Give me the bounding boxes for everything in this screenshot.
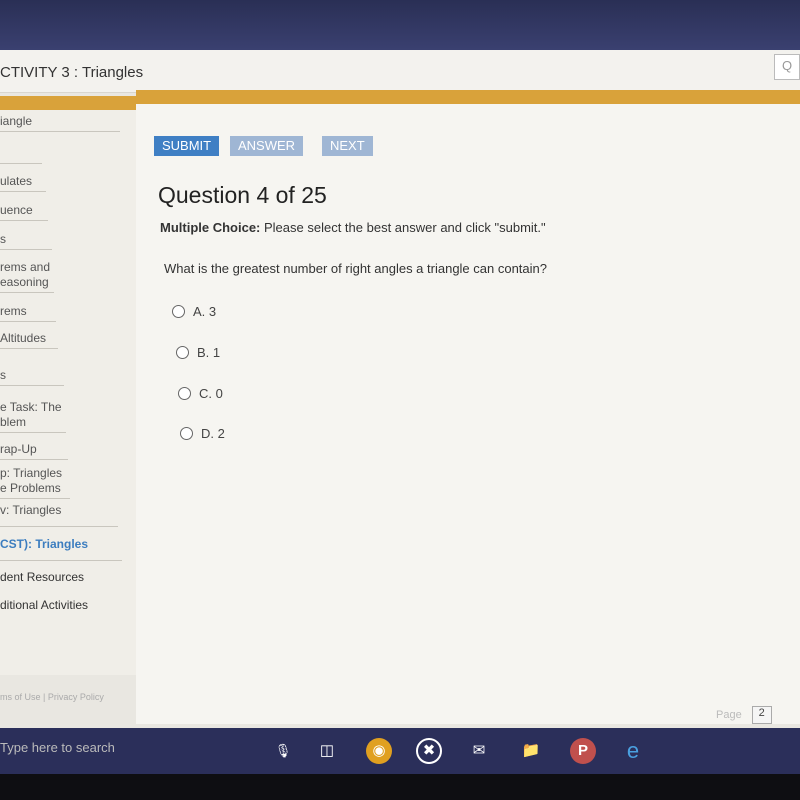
sidebar-item[interactable]: s [0, 232, 52, 250]
pager: Page 2 [716, 706, 772, 724]
page-input[interactable]: 2 [751, 706, 772, 724]
taskbar-search[interactable]: Type here to search [0, 740, 115, 755]
instruction-label: Multiple Choice: [160, 220, 261, 235]
taskbar: Type here to search 🎙 ◫ ◉ ✖ ✉ 📁 P e [0, 728, 800, 774]
sidebar-item[interactable]: v: Triangles [0, 503, 118, 527]
question-panel: SUBMIT ANSWER NEXT Question 4 of 25 Mult… [136, 90, 800, 724]
sidebar-item-active[interactable]: CST): Triangles [0, 537, 122, 561]
header: CTIVITY 3 : Triangles Q [0, 50, 800, 93]
radio-button[interactable] [178, 387, 191, 400]
sidebar-item[interactable]: Altitudes [0, 331, 58, 349]
submit-button[interactable]: SUBMIT [154, 136, 220, 156]
sidebar-item[interactable]: dent Resources [0, 570, 84, 587]
sidebar: iangle ulates uence s rems and easoning … [0, 96, 141, 675]
sidebar-item[interactable]: ditional Activities [0, 598, 88, 615]
microphone-icon[interactable]: 🎙 [270, 738, 296, 764]
sidebar-item[interactable]: rems [0, 304, 56, 322]
radio-button[interactable] [180, 427, 193, 440]
sidebar-item[interactable]: rems and easoning [0, 260, 54, 293]
question-text: What is the greatest number of right ang… [164, 261, 547, 276]
chrome-icon[interactable]: ◉ [366, 738, 392, 764]
sidebar-item[interactable]: uence [0, 203, 48, 221]
option-label: B. 1 [197, 345, 221, 360]
radio-button[interactable] [176, 346, 189, 359]
option-c[interactable]: C. 0 [178, 386, 223, 401]
monitor-bezel-bottom [0, 774, 800, 800]
sidebar-item[interactable] [0, 148, 42, 164]
task-view-icon[interactable]: ◫ [314, 738, 340, 764]
option-label: C. 0 [199, 386, 223, 401]
sidebar-item[interactable]: ulates [0, 174, 46, 192]
footer-links[interactable]: ms of Use | Privacy Policy [0, 692, 104, 702]
question-title: Question 4 of 25 [158, 182, 327, 208]
next-button[interactable]: NEXT [322, 136, 373, 156]
radio-button[interactable] [172, 305, 185, 318]
option-label: A. 3 [193, 304, 217, 319]
option-label: D. 2 [201, 426, 225, 441]
xbox-icon[interactable]: ✖ [416, 738, 442, 764]
sidebar-item[interactable]: s [0, 368, 64, 386]
answer-button[interactable]: ANSWER [230, 136, 304, 156]
mail-icon[interactable]: ✉ [466, 738, 492, 764]
app-p-icon[interactable]: P [570, 738, 596, 764]
page-title: CTIVITY 3 : Triangles [0, 64, 144, 81]
monitor-bezel [0, 0, 800, 50]
edge-icon[interactable]: e [620, 738, 646, 764]
sidebar-item[interactable]: rap-Up [0, 442, 68, 460]
page-label: Page [716, 709, 742, 721]
search-icon[interactable]: Q [774, 54, 800, 80]
instructions: Multiple Choice: Please select the best … [160, 220, 546, 235]
option-d[interactable]: D. 2 [180, 426, 225, 441]
screen: CTIVITY 3 : Triangles Q iangle ulates ue… [0, 50, 800, 728]
option-b[interactable]: B. 1 [176, 345, 220, 360]
option-a[interactable]: A. 3 [172, 304, 216, 319]
sidebar-item[interactable]: e Task: The blem [0, 400, 66, 433]
sidebar-item[interactable]: p: Triangles e Problems [0, 466, 70, 499]
sidebar-item[interactable]: iangle [0, 114, 120, 132]
instruction-text: Please select the best answer and click … [260, 220, 546, 235]
file-explorer-icon[interactable]: 📁 [518, 738, 544, 764]
